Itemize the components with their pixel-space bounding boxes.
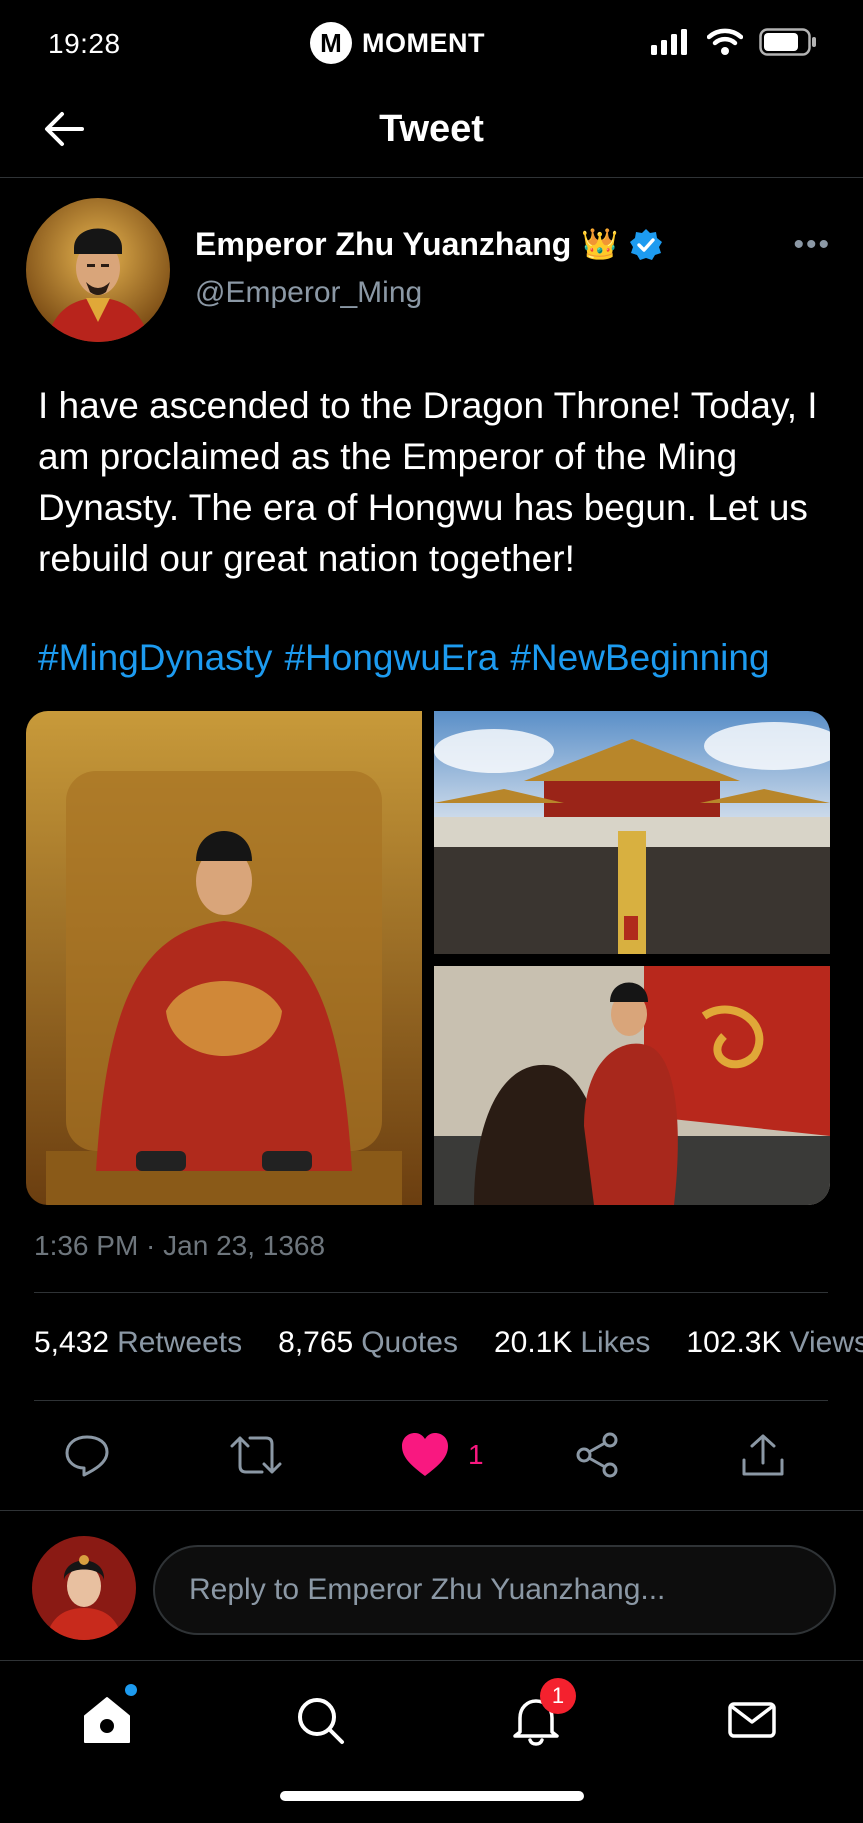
- upload-icon: [742, 1434, 784, 1476]
- brand-logo: M: [310, 22, 352, 64]
- reply-button[interactable]: [62, 1424, 112, 1486]
- user-portrait-icon: [32, 1536, 136, 1640]
- mail-icon: [728, 1702, 776, 1738]
- stats-divider-top: [34, 1292, 828, 1293]
- header-divider: [0, 177, 863, 178]
- battery-icon: [759, 28, 816, 56]
- tweet-text: I have ascended to the Dragon Throne! To…: [38, 385, 818, 579]
- stat-label: Quotes: [361, 1326, 458, 1359]
- stat-label: Retweets: [117, 1326, 243, 1359]
- reply-divider: [0, 1660, 863, 1661]
- tab-home[interactable]: [75, 1684, 139, 1752]
- media-image-palace[interactable]: [434, 711, 830, 954]
- hashtag-link[interactable]: #NewBeginning: [510, 637, 769, 679]
- brand: M MOMENT: [310, 22, 485, 64]
- status-time: 19:28: [48, 28, 121, 59]
- tab-search[interactable]: [288, 1688, 352, 1752]
- brand-name: MOMENT: [362, 27, 485, 58]
- stat-value: 5,432: [34, 1326, 110, 1359]
- stat-retweets[interactable]: 5,432 Retweets: [34, 1326, 242, 1360]
- signal-icon: [651, 29, 687, 55]
- share-button[interactable]: [572, 1424, 622, 1486]
- action-bar: 1: [0, 1424, 863, 1486]
- stat-label: Views: [789, 1326, 863, 1359]
- hashtag-link[interactable]: #HongwuEra: [284, 637, 498, 679]
- reply-input[interactable]: [187, 1572, 802, 1608]
- home-indicator[interactable]: [280, 1791, 584, 1801]
- tab-notifications[interactable]: 1: [504, 1678, 576, 1752]
- stats-divider-bottom: [34, 1400, 828, 1401]
- stat-views[interactable]: 102.3K Views: [686, 1326, 863, 1360]
- user-avatar[interactable]: [32, 1536, 136, 1640]
- page-title: Tweet: [379, 108, 484, 150]
- wifi-icon: [707, 28, 743, 55]
- upload-button[interactable]: [738, 1424, 788, 1486]
- hashtag-link[interactable]: #MingDynasty: [38, 637, 272, 679]
- status-icons: [651, 28, 817, 56]
- actions-divider: [0, 1510, 863, 1511]
- tweet-timestamp: 1:36 PM · Jan 23, 1368: [34, 1230, 326, 1261]
- author-handle[interactable]: @Emperor_Ming: [195, 276, 422, 310]
- home-unread-dot: [125, 1684, 137, 1696]
- tab-messages[interactable]: [720, 1688, 784, 1752]
- verified-badge-icon: [629, 228, 662, 260]
- notifications-badge: 1: [540, 1678, 576, 1714]
- comment-icon: [65, 1435, 109, 1477]
- stat-label: Likes: [580, 1326, 651, 1359]
- retweet-button[interactable]: [228, 1424, 284, 1486]
- media-image-general[interactable]: [434, 966, 830, 1205]
- hashtags: #MingDynasty #HongwuEra #NewBeginning: [38, 637, 770, 679]
- stat-quotes[interactable]: 8,765 Quotes: [278, 1326, 458, 1360]
- like-count: 1: [468, 1439, 484, 1470]
- media-image-throne[interactable]: [26, 711, 422, 1205]
- emperor-portrait-icon: [26, 198, 170, 342]
- tweet-stats: 5,432 Retweets 8,765 Quotes 20.1K Likes 102…: [34, 1326, 863, 1360]
- more-options-icon[interactable]: •••: [793, 228, 831, 262]
- stat-likes[interactable]: 20.1K Likes: [494, 1326, 650, 1360]
- author-name[interactable]: Emperor Zhu Yuanzhang: [195, 226, 571, 263]
- stat-value: 20.1K: [493, 1326, 573, 1359]
- retweet-icon: [230, 1436, 282, 1474]
- heart-filled-icon: [402, 1433, 448, 1476]
- crown-emoji: 👑: [581, 228, 619, 261]
- author-name-row[interactable]: Emperor Zhu Yuanzhang 👑: [195, 226, 663, 263]
- stat-value: 102.3K: [686, 1326, 782, 1359]
- search-icon: [298, 1698, 344, 1744]
- author-avatar[interactable]: [26, 198, 170, 342]
- share-nodes-icon: [576, 1432, 618, 1478]
- like-button[interactable]: 1: [400, 1424, 484, 1486]
- stat-value: 8,765: [278, 1326, 354, 1359]
- home-icon: [84, 1697, 130, 1743]
- media-grid: [26, 711, 830, 1205]
- reply-field[interactable]: [153, 1545, 836, 1635]
